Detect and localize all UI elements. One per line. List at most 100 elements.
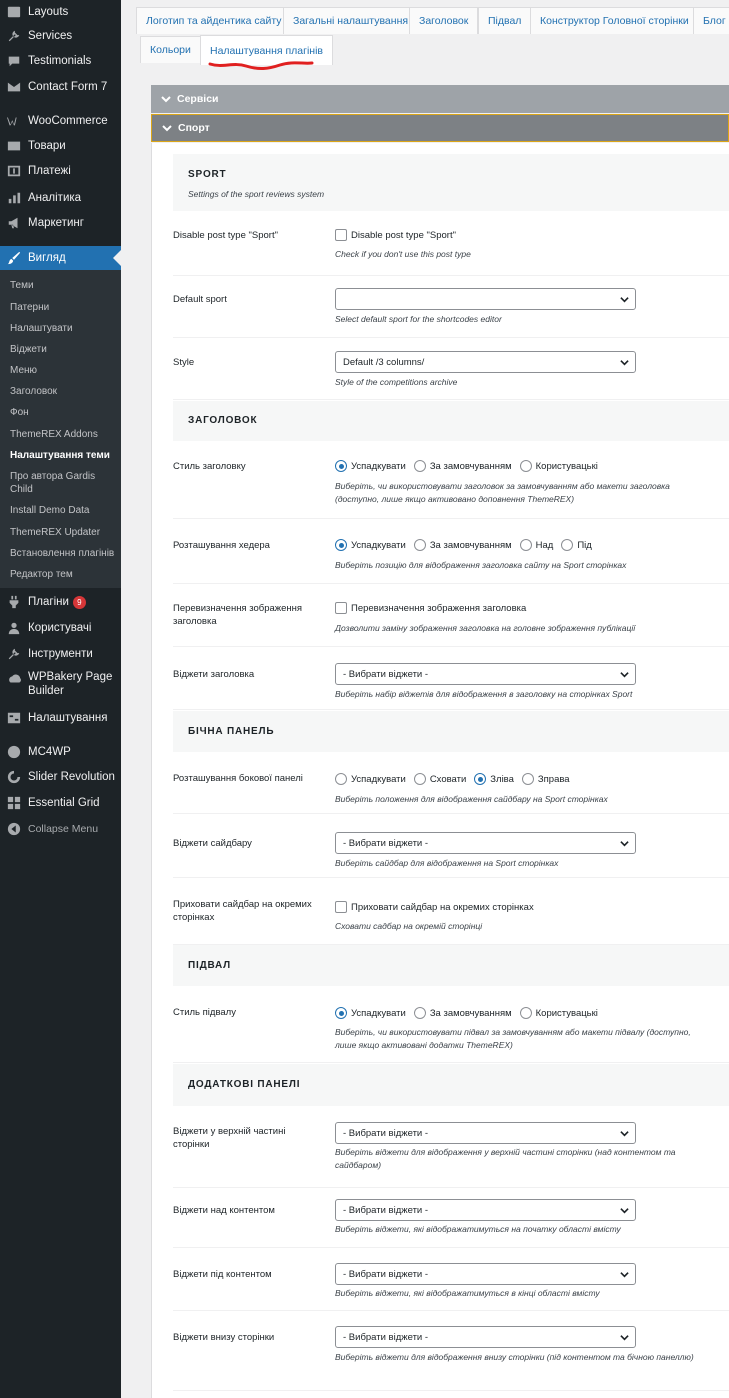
submenu-about-author[interactable]: Про автора Gardis Child <box>10 470 118 496</box>
field-label: Віджети заголовка <box>173 669 255 680</box>
section-title: SPORT <box>188 169 227 180</box>
tab-colors[interactable]: Кольори <box>140 36 201 63</box>
menu-slider-revolution[interactable]: Slider Revolution <box>0 767 121 787</box>
checkbox[interactable] <box>335 229 347 241</box>
menu-mc4wp[interactable]: MC4WP <box>0 742 121 762</box>
radio-button[interactable] <box>519 1007 532 1019</box>
below-content-widgets-select[interactable]: - Вибрати віджети - <box>335 1263 636 1285</box>
radio-custom[interactable]: Користувацькі <box>519 460 598 472</box>
submenu-menus[interactable]: Меню <box>10 364 118 377</box>
menu-products[interactable]: Товари <box>0 136 121 156</box>
radio-left[interactable]: Зліва <box>474 773 514 785</box>
menu-tools[interactable]: Інструменти <box>0 644 121 664</box>
radio-button[interactable] <box>413 460 426 472</box>
radio-button[interactable] <box>519 539 532 551</box>
menu-layouts[interactable]: Layouts <box>0 2 121 22</box>
menu-contact-form[interactable]: Contact Form 7 <box>0 77 121 97</box>
submenu-theme-editor[interactable]: Редактор тем <box>10 568 118 581</box>
radio-inherit[interactable]: Успадкувати <box>335 1007 406 1019</box>
field-description: Виберіть віджети, які відображатимуться … <box>335 1288 600 1298</box>
panel-sport[interactable]: Спорт <box>151 114 729 142</box>
radio-custom[interactable]: Користувацькі <box>519 1007 598 1019</box>
radio-button[interactable] <box>413 539 426 551</box>
submenu-background[interactable]: Фон <box>10 406 118 419</box>
radio-below[interactable]: Під <box>561 539 592 551</box>
radio-above[interactable]: Над <box>519 539 553 551</box>
submenu-theme-options[interactable]: Налаштування теми <box>10 449 118 462</box>
menu-settings[interactable]: Налаштування <box>0 708 121 728</box>
bottom-widgets-select[interactable]: - Вибрати віджети - <box>335 1326 636 1348</box>
submenu-install-demo[interactable]: Install Demo Data <box>10 504 118 517</box>
menu-label: Slider Revolution <box>28 771 115 783</box>
menu-wpbakery[interactable]: WPBakery Page Builder <box>0 670 121 704</box>
submenu-themerex-updater[interactable]: ThemeREX Updater <box>10 526 118 539</box>
header-image-override-checkbox[interactable]: Перевизначення зображення заголовка <box>335 602 526 614</box>
select-value: - Вибрати віджети - <box>343 668 429 680</box>
menu-analytics[interactable]: Аналітика <box>0 188 121 208</box>
menu-payments[interactable]: Платежі <box>0 161 121 181</box>
header-widgets-select[interactable]: - Вибрати віджети - <box>335 663 636 685</box>
disable-post-type-checkbox[interactable]: Disable post type "Sport" <box>335 229 456 241</box>
sidebar-widgets-select[interactable]: - Вибрати віджети - <box>335 832 636 854</box>
submenu-themerex-addons[interactable]: ThemeREX Addons <box>10 428 118 441</box>
radio-label: Успадкувати <box>351 460 406 472</box>
tab-blog[interactable]: Блог <box>693 7 729 34</box>
radio-label: Зліва <box>490 773 514 785</box>
submenu-customize[interactable]: Налаштувати <box>10 322 118 335</box>
submenu-patterns[interactable]: Патерни <box>10 301 118 314</box>
row-header-image-override: Перевизначення зображення заголовка Пере… <box>173 584 729 647</box>
tab-general[interactable]: Загальні налаштування <box>283 7 419 34</box>
red-underline-annotation <box>208 61 314 70</box>
submenu-install-plugins[interactable]: Встановлення плагінів <box>10 547 118 560</box>
radio-button[interactable] <box>335 460 347 472</box>
tab-homepage-builder[interactable]: Конструктор Головної сторінки <box>530 7 699 34</box>
radio-inherit[interactable]: Успадкувати <box>335 460 406 472</box>
radio-button[interactable] <box>519 460 532 472</box>
tab-header[interactable]: Заголовок <box>409 7 479 34</box>
radio-hide[interactable]: Сховати <box>413 773 466 785</box>
menu-plugins[interactable]: Плагіни 9 <box>0 592 121 612</box>
radio-button[interactable] <box>335 539 347 551</box>
row-style: Style Default /3 columns/ Style of the c… <box>173 338 729 400</box>
radio-button[interactable] <box>335 773 347 785</box>
menu-essential-grid[interactable]: Essential Grid <box>0 793 121 813</box>
menu-users[interactable]: Користувачі <box>0 618 121 638</box>
style-select[interactable]: Default /3 columns/ <box>335 351 636 373</box>
radio-default[interactable]: За замовчуванням <box>413 1007 512 1019</box>
panel-services[interactable]: Сервіси <box>151 85 729 113</box>
radio-button[interactable] <box>413 1007 426 1019</box>
radio-default[interactable]: За замовчуванням <box>413 539 512 551</box>
section-title: ЗАГОЛОВОК <box>188 415 258 426</box>
field-label: Віджети у верхній частині сторінки <box>173 1126 286 1150</box>
tab-footer[interactable]: Підвал <box>478 7 532 34</box>
submenu-themes[interactable]: Теми <box>10 279 118 292</box>
radio-inherit[interactable]: Успадкувати <box>335 539 406 551</box>
radio-button[interactable] <box>474 773 487 785</box>
menu-label: Collapse Menu <box>28 823 99 835</box>
menu-testimonials[interactable]: Testimonials <box>0 51 121 71</box>
checkbox[interactable] <box>335 602 347 614</box>
menu-appearance[interactable]: Вигляд <box>0 246 121 270</box>
tab-logo[interactable]: Логотип та айдентика сайту <box>136 7 292 34</box>
submenu-widgets[interactable]: Віджети <box>10 343 118 356</box>
hide-sidebar-checkbox[interactable]: Приховати сайдбар на окремих сторінках <box>335 901 534 913</box>
radio-default[interactable]: За замовчуванням <box>413 460 512 472</box>
menu-services[interactable]: Services <box>0 26 121 46</box>
radio-right[interactable]: Зправа <box>521 773 570 785</box>
submenu-header[interactable]: Заголовок <box>10 385 118 398</box>
section-title: БІЧНА ПАНЕЛЬ <box>188 726 275 737</box>
default-sport-select[interactable] <box>335 288 636 310</box>
collapse-menu-button[interactable]: Collapse Menu <box>0 819 121 839</box>
field-label: Розташування хедера <box>173 540 270 551</box>
section-title: ПІДВАЛ <box>188 960 231 971</box>
radio-button[interactable] <box>413 773 426 785</box>
radio-inherit[interactable]: Успадкувати <box>335 773 406 785</box>
radio-button[interactable] <box>335 1007 347 1019</box>
above-content-widgets-select[interactable]: - Вибрати віджети - <box>335 1199 636 1221</box>
menu-woocommerce[interactable]: WooCommerce <box>0 111 121 131</box>
radio-button[interactable] <box>561 539 574 551</box>
top-widgets-select[interactable]: - Вибрати віджети - <box>335 1122 636 1144</box>
checkbox[interactable] <box>335 901 347 913</box>
menu-marketing[interactable]: Маркетинг <box>0 213 121 233</box>
radio-button[interactable] <box>521 773 534 785</box>
